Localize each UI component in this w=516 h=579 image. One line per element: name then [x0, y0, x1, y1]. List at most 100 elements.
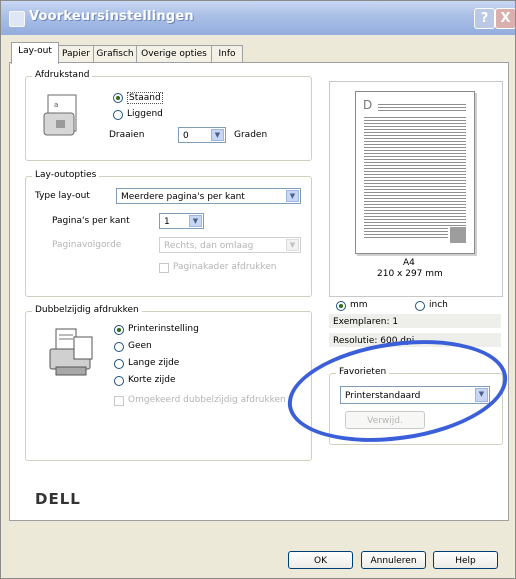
chevron-down-icon: ▼	[189, 215, 202, 227]
rotate-label: Draaien	[109, 130, 145, 140]
preview-text-line	[378, 107, 466, 108]
orientation-legend: Afdrukstand	[32, 70, 93, 80]
preview-text-line	[364, 222, 466, 223]
page-border-checkbox[interactable]	[159, 263, 169, 273]
preview-text-line	[364, 231, 448, 232]
preview-text-line	[364, 138, 466, 139]
portrait-radio[interactable]	[113, 93, 123, 103]
preview-text-line	[378, 110, 466, 111]
preview-text-line	[364, 192, 466, 193]
preview-page-letter: D	[363, 98, 373, 112]
window-title: Voorkeursinstellingen	[29, 9, 194, 24]
preview-text-line	[364, 201, 466, 202]
preview-text-line	[364, 228, 448, 229]
pages-per-side-select[interactable]: 1 ▼	[159, 213, 204, 229]
preview-text-line	[364, 144, 466, 145]
layout-type-select[interactable]: Meerdere pagina's per kant ▼	[116, 188, 301, 204]
duplex-printer-icon	[49, 328, 93, 376]
preview-text-line	[364, 177, 466, 178]
layout-type-value: Meerdere pagina's per kant	[121, 192, 245, 202]
duplex-option-none: Geen	[128, 341, 152, 351]
preview-text-line	[364, 165, 466, 166]
help-button[interactable]: Help	[433, 551, 498, 569]
preview-text-line	[364, 216, 466, 217]
tab-info[interactable]: Info	[211, 45, 243, 63]
chevron-down-icon: ▼	[286, 239, 299, 251]
tab-layout[interactable]: Lay-out	[11, 42, 59, 64]
preview-text-line	[364, 126, 466, 127]
preview-text-line	[364, 174, 466, 175]
tab-other-options[interactable]: Overige opties	[136, 45, 212, 63]
ok-button[interactable]: OK	[288, 551, 353, 569]
duplex-printer-setting-radio[interactable]	[114, 325, 124, 335]
page-order-select[interactable]: Rechts, dan omlaag ▼	[159, 237, 301, 253]
duplex-long-edge-radio[interactable]	[114, 359, 124, 369]
tab-graphics[interactable]: Grafisch	[93, 45, 137, 63]
preview-text-line	[364, 210, 466, 211]
preferences-dialog: Voorkeursinstellingen ? X Lay-out Papier…	[0, 0, 516, 579]
landscape-radio[interactable]	[113, 110, 123, 120]
preview-text-line	[364, 204, 466, 205]
svg-text:a: a	[54, 101, 58, 109]
pages-per-side-label: Pagina's per kant	[52, 216, 130, 226]
preview-text-line	[364, 156, 466, 157]
unit-mm-radio[interactable]	[336, 301, 346, 311]
preview-text-line	[364, 147, 466, 148]
tab-paper[interactable]: Papier	[58, 45, 94, 63]
page-border-label: Paginakader afdrukken	[173, 262, 277, 272]
preview-text-line	[364, 120, 466, 121]
preview-text-line	[364, 183, 466, 184]
portrait-label: Staand	[127, 92, 163, 104]
title-bar: Voorkeursinstellingen ? X	[1, 1, 515, 35]
duplex-option-printer-setting: Printerinstelling	[128, 324, 199, 334]
paper-name: A4	[403, 258, 415, 268]
preview-page: D	[355, 91, 475, 254]
page-order-label: Paginavolgorde	[52, 240, 122, 250]
copies-text: Exemplaren: 1	[333, 317, 399, 327]
preview-text-line	[364, 153, 466, 154]
preview-text-line	[364, 162, 466, 163]
unit-inch-label: inch	[429, 300, 448, 310]
reverse-duplex-label: Omgekeerd dubbelzijdig afdrukken	[128, 395, 286, 405]
preview-text-line	[364, 150, 466, 151]
preview-text-line	[364, 219, 466, 220]
duplex-none-radio[interactable]	[114, 342, 124, 352]
preview-text-line	[364, 123, 466, 124]
layout-panel: Afdrukstand a Staand Liggend Draaien 0 ▼…	[9, 62, 509, 521]
duplex-short-edge-radio[interactable]	[114, 376, 124, 386]
layout-type-label: Type lay-out	[35, 191, 90, 201]
preview-text-line	[364, 159, 466, 160]
page-order-value: Rechts, dan omlaag	[164, 241, 254, 251]
preview-text-line	[364, 198, 466, 199]
rotate-value: 0	[183, 131, 189, 141]
degrees-label: Graden	[234, 130, 268, 140]
preview-text-line	[364, 129, 466, 130]
printer-icon	[9, 11, 25, 27]
unit-inch-radio[interactable]	[415, 301, 425, 311]
chevron-down-icon: ▼	[286, 190, 299, 202]
paper-size: 210 x 297 mm	[377, 269, 443, 279]
portrait-page-icon: a	[43, 94, 77, 136]
help-title-button[interactable]: ?	[474, 8, 495, 29]
preview-text-line	[364, 180, 466, 181]
preview-text-line	[364, 195, 466, 196]
preview-text-line	[364, 234, 448, 235]
cancel-button[interactable]: Annuleren	[361, 551, 426, 569]
preview-text-line	[364, 141, 466, 142]
duplex-option-short-edge: Korte zijde	[128, 375, 176, 385]
preview-text-line	[364, 213, 466, 214]
chevron-down-icon: ▼	[211, 129, 224, 141]
preview-text-line	[364, 225, 466, 226]
dell-logo: DELL	[35, 490, 81, 508]
preview-text-line	[364, 135, 466, 136]
preview-text-line	[364, 237, 448, 238]
preview-text-line	[364, 171, 466, 172]
preview-text-line	[364, 186, 466, 187]
rotate-select[interactable]: 0 ▼	[178, 127, 226, 143]
close-button[interactable]: X	[495, 8, 515, 29]
reverse-duplex-checkbox[interactable]	[114, 396, 124, 406]
preview-text-line	[364, 189, 466, 190]
layout-options-legend: Lay-outopties	[32, 170, 100, 180]
preview-text-line	[364, 207, 466, 208]
preview-text-line	[364, 168, 466, 169]
